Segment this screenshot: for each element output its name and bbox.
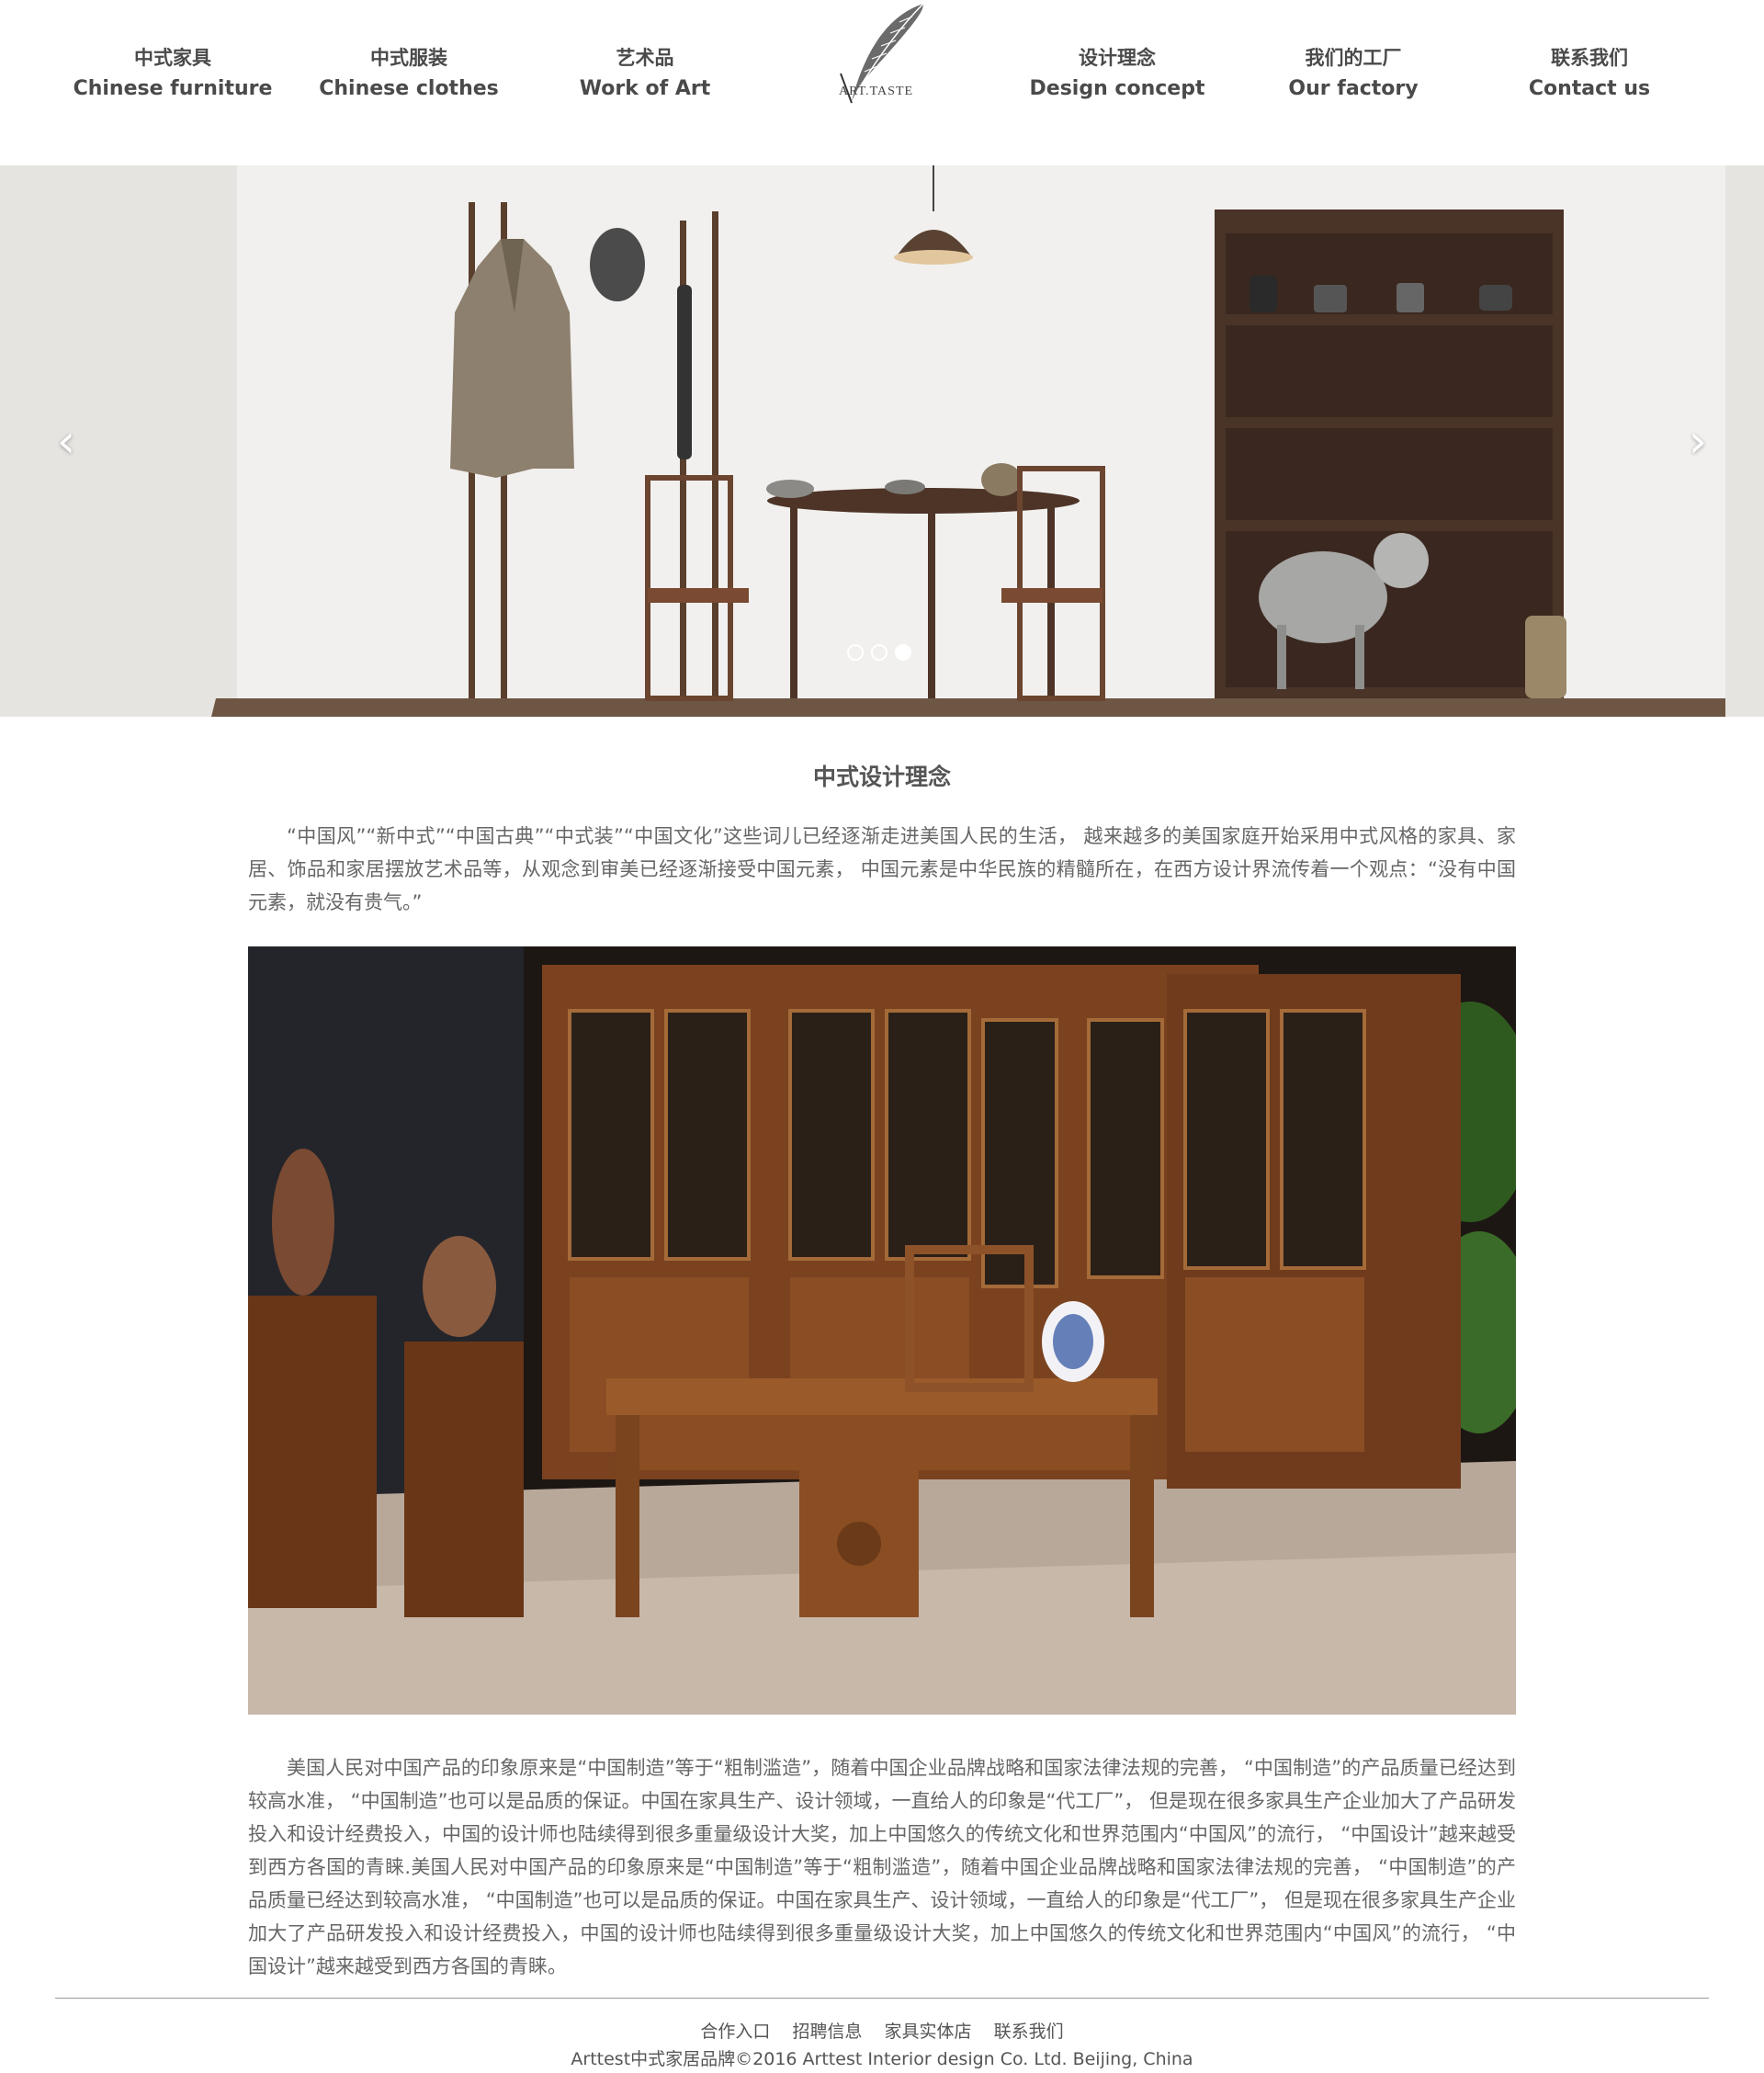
chevron-left-icon: ‹	[57, 414, 75, 468]
nav-item-work-of-art[interactable]: 艺术品 Work of Art	[526, 42, 764, 105]
nav-label-zh: 中式家具	[134, 47, 211, 69]
footer-link-careers[interactable]: 招聘信息	[792, 2022, 862, 2042]
carousel-slide-image	[0, 165, 1764, 717]
nav-label-en: Chinese clothes	[319, 77, 499, 100]
nav-item-chinese-furniture[interactable]: 中式家具 Chinese furniture	[53, 42, 292, 105]
carousel-dot[interactable]	[847, 644, 864, 661]
nav-label-en: Work of Art	[579, 77, 711, 100]
footer-link-cooperation[interactable]: 合作入口	[700, 2022, 770, 2042]
footer-divider	[55, 1998, 1709, 1999]
feature-image-furniture	[248, 946, 1516, 1715]
intro-paragraph: “中国风”“新中式”“中国古典”“中式装”“中国文化”这些词儿已经逐渐走进美国人…	[248, 825, 1516, 913]
nav-item-our-factory[interactable]: 我们的工厂 Our factory	[1234, 42, 1473, 105]
nav-label-zh: 艺术品	[616, 47, 674, 69]
brand-logo[interactable]: ART.TASTE	[831, 0, 933, 110]
chevron-right-icon: ›	[1689, 414, 1707, 468]
footer-link-stores[interactable]: 家具实体店	[885, 2022, 972, 2042]
footer-links: 合作入口 招聘信息 家具实体店 联系我们	[0, 2018, 1764, 2043]
carousel-dot[interactable]	[871, 644, 888, 661]
nav-label-zh: 我们的工厂	[1305, 47, 1402, 69]
nav-label-zh: 联系我们	[1551, 47, 1628, 69]
nav-label-en: Contact us	[1528, 77, 1651, 100]
nav-label-zh: 中式服装	[370, 47, 447, 69]
nav-label-en: Design concept	[1029, 77, 1205, 100]
furniture-photo	[248, 946, 1516, 1715]
nav-label-en: Chinese furniture	[73, 77, 273, 100]
nav-label-en: Our factory	[1288, 77, 1419, 100]
site-header: 中式家具 Chinese furniture 中式服装 Chinese clot…	[0, 0, 1764, 165]
copyright-text: Arttest中式家居品牌©2016 Arttest Interior desi…	[571, 2049, 1193, 2069]
carousel-next-button[interactable]: ›	[1670, 413, 1725, 469]
body-paragraph: 美国人民对中国产品的印象原来是“中国制造”等于“粗制滥造”，随着中国企业品牌战略…	[248, 1757, 1516, 1977]
section-title: 中式设计理念	[812, 764, 951, 790]
nav-label-zh: 设计理念	[1079, 47, 1156, 69]
footer-link-contact[interactable]: 联系我们	[994, 2022, 1064, 2042]
carousel-prev-button[interactable]: ‹	[39, 413, 94, 469]
carousel-indicators	[847, 644, 919, 663]
nav-item-contact-us[interactable]: 联系我们 Contact us	[1470, 42, 1709, 105]
nav-item-design-concept[interactable]: 设计理念 Design concept	[998, 42, 1237, 105]
nav-item-chinese-clothes[interactable]: 中式服装 Chinese clothes	[289, 42, 528, 105]
logo-text: ART.TASTE	[839, 85, 914, 98]
hero-carousel[interactable]: ‹ ›	[0, 165, 1764, 717]
carousel-dot[interactable]	[895, 644, 911, 661]
